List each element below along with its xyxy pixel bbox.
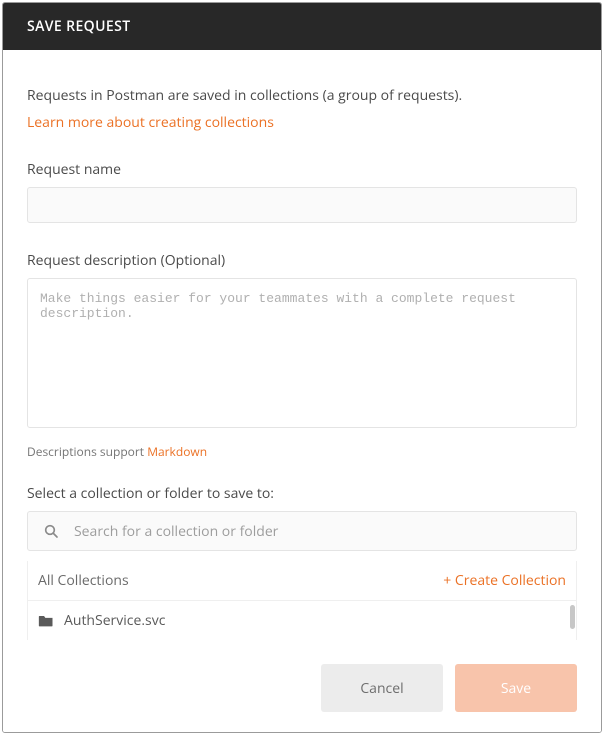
collections-list: AuthService.svc xyxy=(28,600,576,640)
select-collection-label: Select a collection or folder to save to… xyxy=(27,484,577,503)
save-request-dialog: SAVE REQUEST Requests in Postman are sav… xyxy=(2,2,602,733)
request-name-label: Request name xyxy=(27,160,577,179)
request-description-input[interactable] xyxy=(27,278,577,428)
dialog-body[interactable]: Requests in Postman are saved in collect… xyxy=(3,50,601,644)
folder-icon xyxy=(38,614,54,627)
search-icon xyxy=(43,523,59,539)
cancel-button[interactable]: Cancel xyxy=(321,664,443,712)
markdown-link[interactable]: Markdown xyxy=(147,443,207,460)
save-button[interactable]: Save xyxy=(455,664,577,712)
collections-header: All Collections + Create Collection xyxy=(28,561,576,600)
request-name-input[interactable] xyxy=(27,187,577,223)
dialog-footer: Cancel Save xyxy=(3,644,601,732)
collection-search-input[interactable] xyxy=(27,511,577,551)
collection-item-label: AuthService.svc xyxy=(64,611,165,630)
dialog-body-wrap: Requests in Postman are saved in collect… xyxy=(3,50,601,644)
collection-item[interactable]: AuthService.svc xyxy=(28,601,576,640)
description-hint-text: Descriptions support xyxy=(27,443,147,460)
learn-more-link[interactable]: Learn more about creating collections xyxy=(27,113,274,132)
intro-text: Requests in Postman are saved in collect… xyxy=(27,86,577,106)
create-collection-button[interactable]: + Create Collection xyxy=(443,571,566,590)
dialog-title: SAVE REQUEST xyxy=(3,3,601,50)
collections-scrollbar-thumb[interactable] xyxy=(570,605,575,629)
collection-search-wrap xyxy=(27,511,577,551)
all-collections-label: All Collections xyxy=(38,571,129,590)
request-description-label: Request description (Optional) xyxy=(27,251,577,270)
collections-panel: All Collections + Create Collection Auth… xyxy=(27,561,577,640)
description-hint: Descriptions support Markdown xyxy=(27,443,577,460)
